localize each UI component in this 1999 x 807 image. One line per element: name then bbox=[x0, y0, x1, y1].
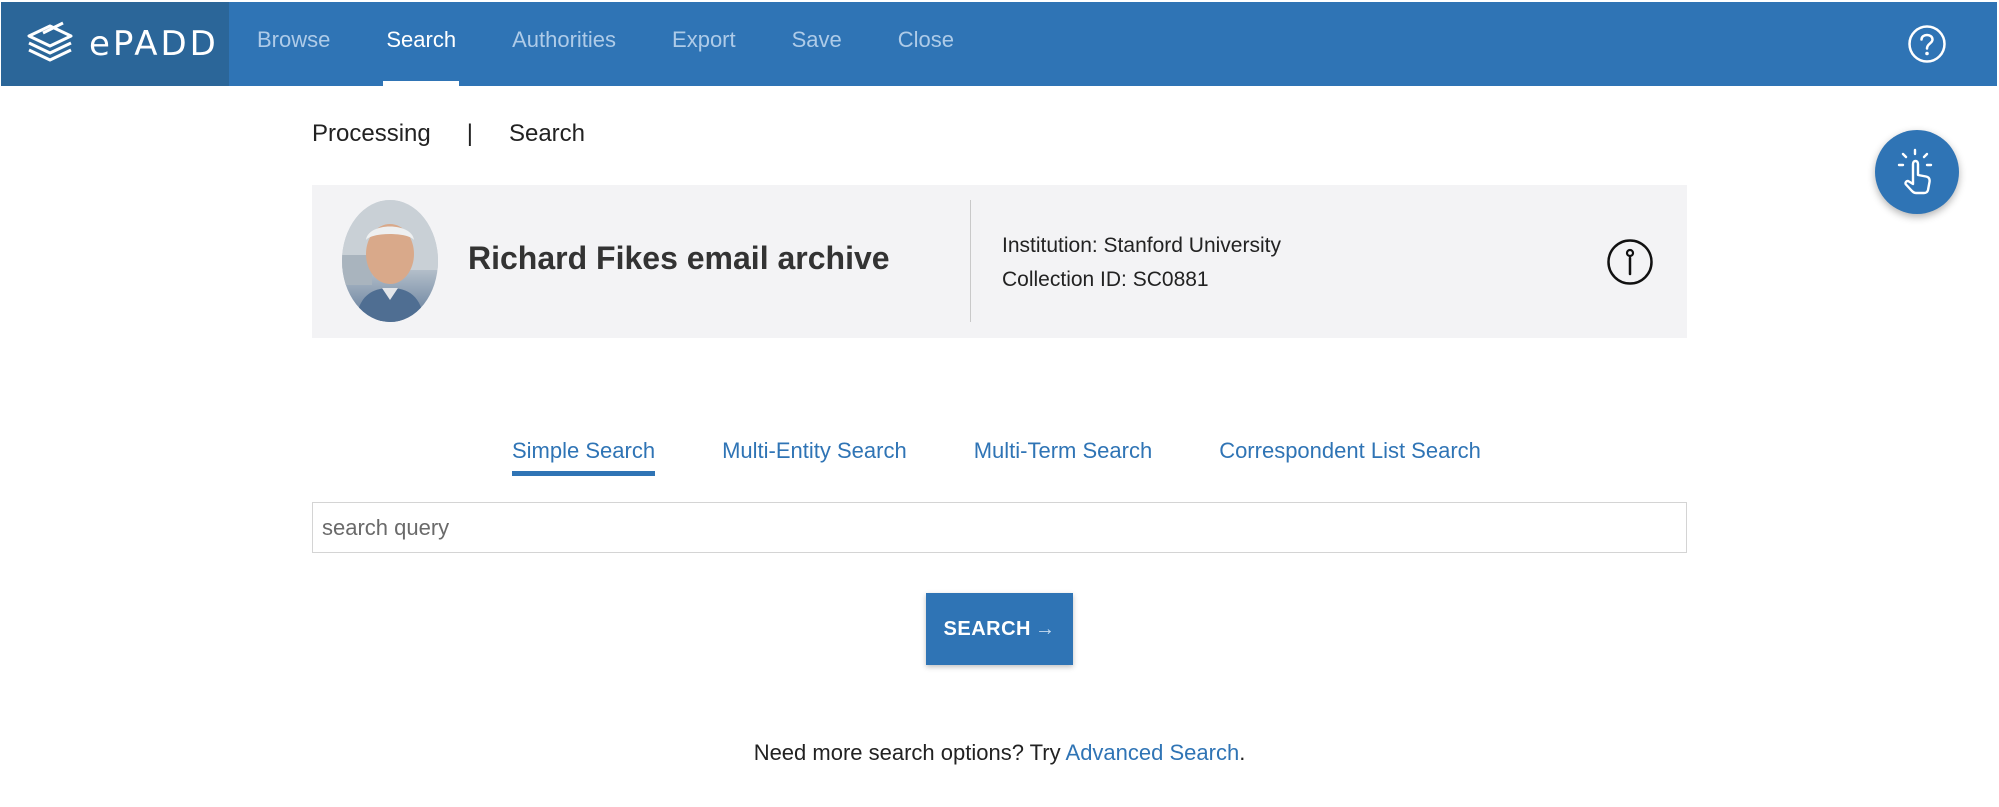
tap-gesture-icon bbox=[1897, 148, 1933, 195]
nav-search[interactable]: Search bbox=[358, 2, 484, 86]
avatar bbox=[342, 200, 438, 322]
gesture-help-button[interactable] bbox=[1875, 130, 1959, 214]
breadcrumb-page: Search bbox=[508, 120, 586, 147]
epadd-logo-icon bbox=[27, 21, 73, 62]
breadcrumb: Processing | Search bbox=[312, 120, 585, 148]
card-divider bbox=[970, 200, 971, 322]
nav-export[interactable]: Export bbox=[644, 2, 764, 86]
nav-browse[interactable]: Browse bbox=[229, 2, 358, 86]
arrow-right-icon: → bbox=[1034, 617, 1056, 640]
info-circle-icon bbox=[1607, 239, 1653, 285]
tab-simple-search[interactable]: Simple Search bbox=[512, 438, 656, 476]
question-circle-icon bbox=[1908, 25, 1946, 63]
breadcrumb-section[interactable]: Processing bbox=[312, 120, 431, 148]
collection-id-text: Collection ID: SC0881 bbox=[1002, 268, 1209, 291]
archive-info-button[interactable] bbox=[1606, 238, 1654, 286]
main-nav: Browse Search Authorities Export Save Cl… bbox=[229, 2, 982, 86]
advanced-search-link[interactable]: Advanced Search bbox=[1066, 740, 1240, 765]
more-options-suffix: . bbox=[1239, 740, 1246, 765]
tab-multi-entity-search[interactable]: Multi-Entity Search bbox=[722, 438, 907, 476]
more-options-text: Need more search options? Try Advanced S… bbox=[0, 740, 1999, 766]
search-button[interactable]: SEARCH → bbox=[926, 593, 1073, 665]
more-options-prefix: Need more search options? Try bbox=[753, 740, 1066, 765]
nav-save[interactable]: Save bbox=[764, 2, 870, 86]
help-button[interactable] bbox=[1907, 24, 1947, 64]
archive-meta: Institution: Stanford University Collect… bbox=[1002, 229, 1281, 297]
top-nav-bar: ePADD Browse Search Authorities Export S… bbox=[1, 2, 1997, 86]
breadcrumb-separator: | bbox=[466, 120, 473, 147]
search-type-tabs: Simple Search Multi-Entity Search Multi-… bbox=[512, 438, 1481, 476]
nav-authorities[interactable]: Authorities bbox=[484, 2, 644, 86]
portrait-image bbox=[342, 200, 438, 322]
tab-correspondent-list-search[interactable]: Correspondent List Search bbox=[1219, 438, 1481, 476]
search-button-label: SEARCH bbox=[943, 617, 1031, 640]
search-input[interactable] bbox=[312, 502, 1687, 553]
logo-text: ePADD bbox=[89, 24, 219, 64]
logo[interactable]: ePADD bbox=[1, 2, 229, 86]
institution-text: Institution: Stanford University bbox=[1002, 234, 1281, 257]
tab-multi-term-search[interactable]: Multi-Term Search bbox=[974, 438, 1152, 476]
archive-title: Richard Fikes email archive bbox=[468, 240, 890, 276]
archive-header-card: Richard Fikes email archive Institution:… bbox=[312, 185, 1687, 338]
nav-close[interactable]: Close bbox=[870, 2, 982, 86]
